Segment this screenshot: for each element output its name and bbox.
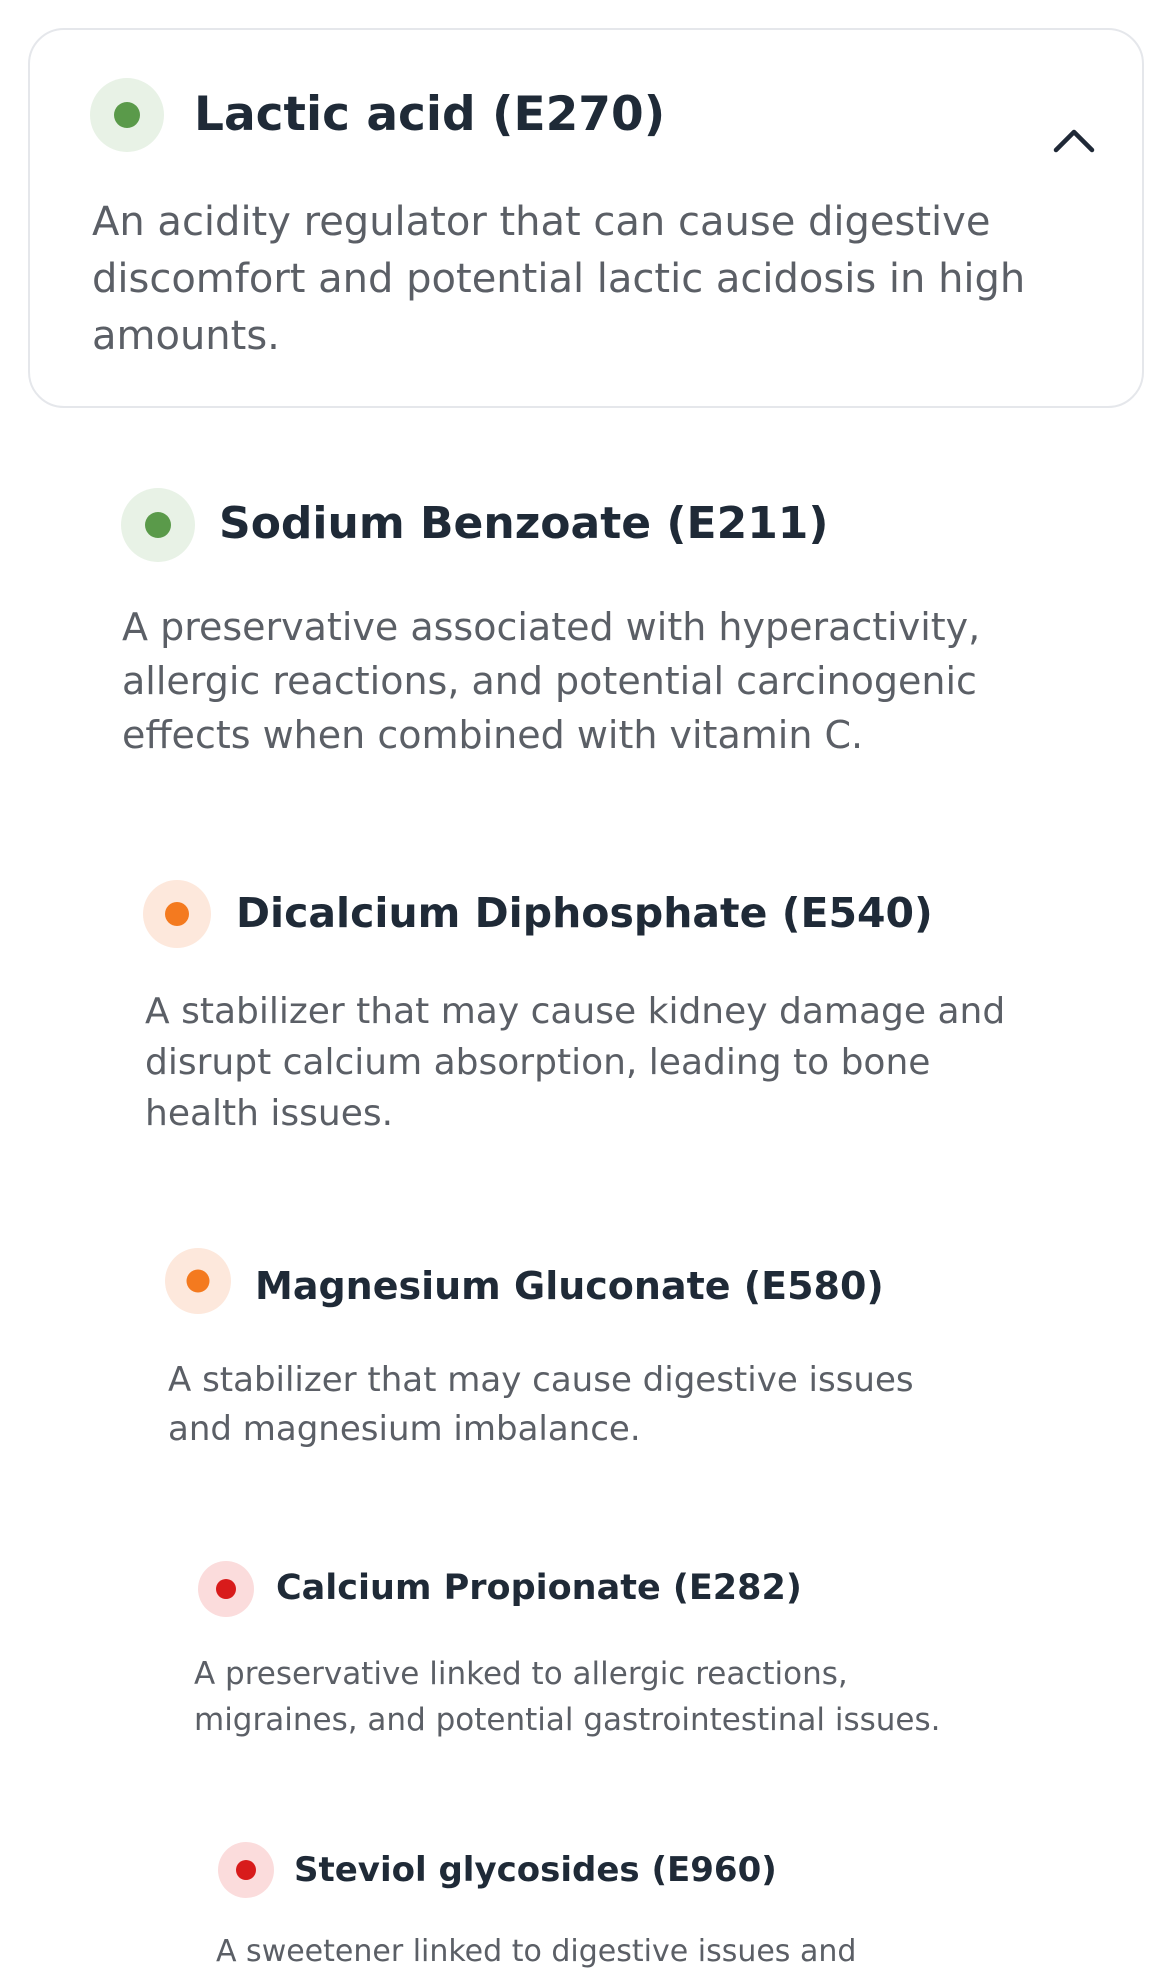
additive-title: Steviol glycosides (E960): [294, 1850, 777, 1890]
status-indicator-moderate: [143, 880, 211, 948]
additive-title: Sodium Benzoate (E211): [219, 498, 829, 549]
status-indicator-safe: [121, 488, 195, 562]
additive-title: Magnesium Gluconate (E580): [255, 1264, 884, 1308]
status-indicator-safe: [90, 78, 164, 152]
status-indicator-moderate: [165, 1248, 231, 1314]
additive-description: A sweetener linked to digestive issues a…: [216, 1934, 857, 1969]
additive-title: Lactic acid (E270): [194, 87, 666, 142]
additive-description: A stabilizer that may cause digestive is…: [168, 1360, 914, 1449]
additive-title: Calcium Propionate (E282): [276, 1568, 802, 1608]
status-indicator-high: [198, 1561, 254, 1617]
additive-description: A preservative linked to allergic reacti…: [194, 1656, 941, 1738]
additive-description: An acidity regulator that can cause dige…: [92, 199, 1026, 359]
expanded-additive-card[interactable]: Lactic acid (E270) An acidity regulator …: [28, 28, 1144, 408]
status-indicator-high: [218, 1842, 274, 1898]
additive-description: A stabilizer that may cause kidney damag…: [145, 991, 1006, 1134]
additive-description: A preservative associated with hyperacti…: [122, 605, 981, 757]
additive-title: Dicalcium Diphosphate (E540): [236, 889, 933, 937]
chevron-up-icon[interactable]: [1048, 116, 1100, 168]
